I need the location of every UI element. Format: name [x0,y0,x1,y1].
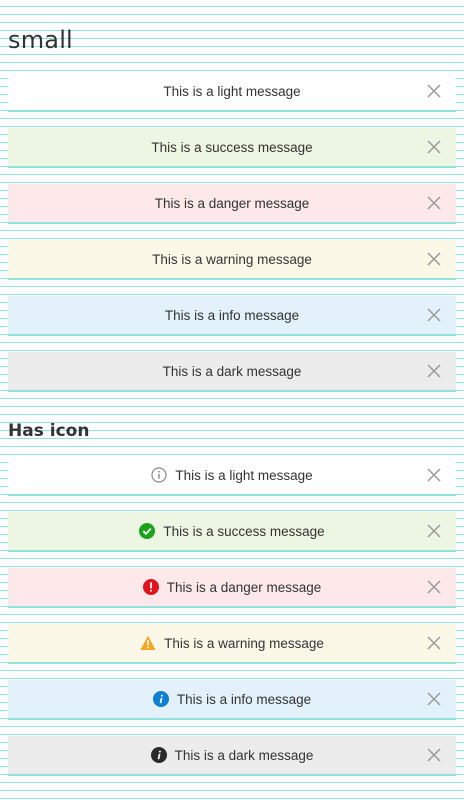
warning-triangle-icon [140,635,156,651]
message-text: This is a dark message [174,747,314,763]
message-info-small: This is a info message [8,296,456,336]
message-text: This is a success message [163,523,325,539]
message-light-icon: This is a light message [8,456,456,496]
info-outline-icon [151,467,167,483]
close-icon[interactable] [427,308,441,322]
message-warning-icon: This is a warning message [8,624,456,664]
close-icon[interactable] [427,748,441,762]
close-icon[interactable] [427,692,441,706]
info-circle-icon [150,747,167,763]
check-circle-icon [139,523,156,539]
message-light-small: This is a light message [8,72,456,112]
message-text: This is a success message [151,139,313,155]
message-dark-icon: This is a dark message [8,736,456,776]
message-text: This is a light message [175,467,313,483]
message-text: This is a danger message [166,579,322,595]
message-success-small: This is a success message [8,128,456,168]
message-text: This is a danger message [154,195,310,211]
close-icon[interactable] [427,468,441,482]
close-icon[interactable] [427,580,441,594]
message-text: This is a dark message [162,363,302,379]
message-info-icon: This is a info message [8,680,456,720]
section-title-small: small [8,26,73,54]
message-dark-small: This is a dark message [8,352,456,392]
message-text: This is a light message [163,83,301,99]
message-warning-small: This is a warning message [8,240,456,280]
close-icon[interactable] [427,140,441,154]
close-icon[interactable] [427,196,441,210]
close-icon[interactable] [427,636,441,650]
message-danger-small: This is a danger message [8,184,456,224]
message-success-icon: This is a success message [8,512,456,552]
close-icon[interactable] [427,364,441,378]
message-text: This is a warning message [152,251,312,267]
message-text: This is a info message [176,691,312,707]
message-text: This is a warning message [164,635,324,651]
message-text: This is a info message [164,307,300,323]
close-icon[interactable] [427,524,441,538]
close-icon[interactable] [427,252,441,266]
message-danger-icon: This is a danger message [8,568,456,608]
info-circle-icon [152,691,169,707]
section-title-has-icon: Has icon [8,421,90,441]
close-icon[interactable] [427,84,441,98]
exclamation-circle-icon [142,579,159,595]
